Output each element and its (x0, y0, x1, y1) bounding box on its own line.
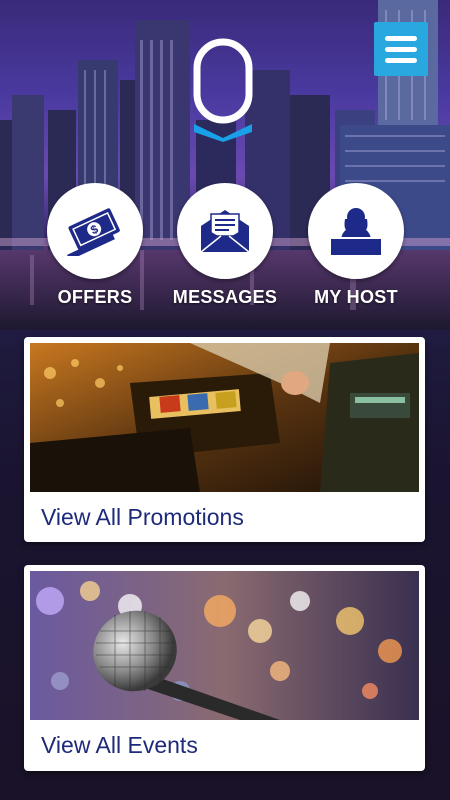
nav-my-host-label: MY HOST (314, 287, 398, 307)
promotions-label: View All Promotions (41, 504, 244, 530)
menu-button[interactable] (374, 22, 428, 76)
app-logo (193, 38, 253, 142)
nav-my-host[interactable]: MY HOST (291, 183, 421, 308)
money-icon: $ (67, 208, 120, 256)
nav-messages-label: MESSAGES (172, 287, 278, 307)
menu-icon-line (385, 35, 417, 41)
microphone-image (30, 571, 419, 720)
host-icon (331, 208, 381, 255)
menu-icon-line (385, 46, 417, 52)
offers-circle: $ (47, 183, 143, 279)
messages-circle (177, 183, 273, 279)
menu-icon-line (385, 57, 417, 63)
nav-offers[interactable]: $ OFFERS (30, 183, 160, 308)
nav-messages[interactable]: MESSAGES (160, 183, 290, 308)
events-card[interactable]: View All Events (24, 565, 425, 771)
events-label: View All Events (41, 732, 198, 758)
nav-offers-label: OFFERS (57, 287, 133, 307)
slot-machine-image (30, 343, 419, 492)
host-circle (308, 183, 404, 279)
promotions-card[interactable]: View All Promotions (24, 337, 425, 542)
envelope-icon (200, 210, 250, 253)
